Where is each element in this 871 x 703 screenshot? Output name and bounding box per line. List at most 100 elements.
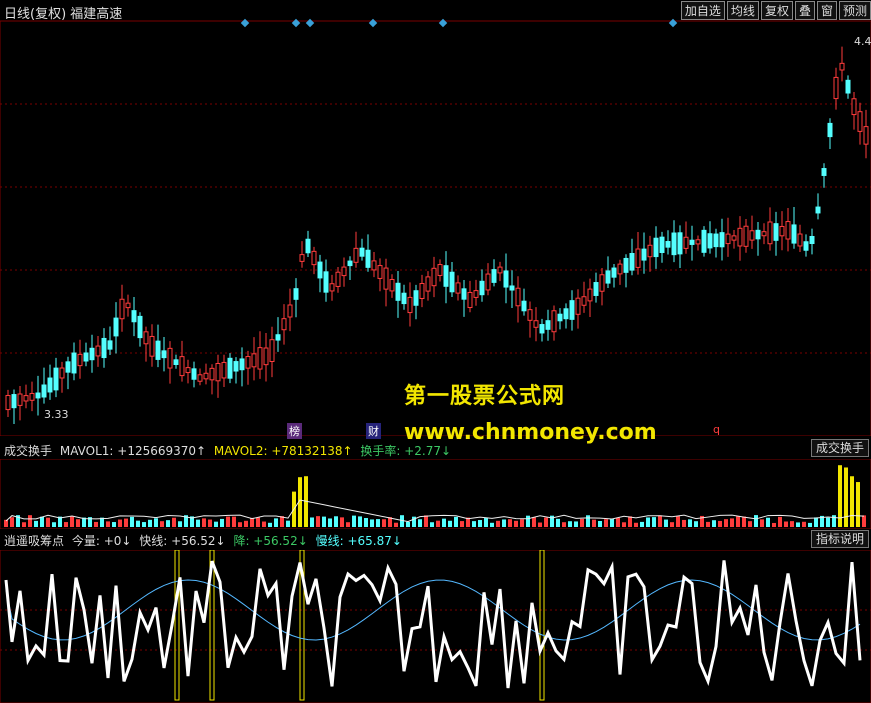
rank-badge[interactable]: 榜 [287, 423, 302, 439]
candle-body [281, 318, 287, 331]
volume-bar [694, 521, 698, 527]
volume-bar [460, 521, 464, 527]
candle-body [443, 265, 449, 287]
volume-bar [406, 522, 410, 527]
candle-body [17, 393, 23, 406]
candle-body [551, 310, 557, 333]
volume-bar [424, 515, 428, 527]
volume-bar [250, 517, 254, 527]
volume-panel-button[interactable]: 成交换手 [810, 439, 869, 457]
candle-body [791, 224, 797, 244]
slow-line-value: 慢线: +65.87↓ [315, 534, 402, 548]
candle-body [149, 335, 155, 357]
volume-bar [244, 520, 248, 527]
candle-body [827, 122, 833, 138]
volume-bar [70, 516, 74, 527]
volume-bar [418, 519, 422, 527]
candle-body [77, 353, 83, 367]
volume-chart[interactable] [0, 459, 871, 529]
volume-bar [604, 519, 608, 527]
candle-body [59, 367, 65, 379]
candle-body [437, 264, 443, 276]
candle-body [257, 347, 263, 370]
candle-body [545, 320, 551, 330]
candle-body [575, 297, 581, 315]
candle-body [29, 392, 35, 401]
candle-body [251, 353, 257, 368]
candle-body [89, 347, 95, 361]
candle-body [605, 270, 611, 284]
volume-bar [28, 515, 32, 527]
candle-body [725, 233, 731, 245]
indicator-legend: 逍遥吸筹点 今量: +0↓ 快线: +56.52↓ 降: +56.52↓ 慢线:… [4, 532, 406, 549]
candle-body [521, 300, 527, 312]
candlestick-chart[interactable] [0, 0, 871, 436]
candle-body [671, 232, 677, 256]
candle-body [449, 271, 455, 293]
candle-body [419, 283, 425, 299]
volume-bar [748, 521, 752, 527]
volume-bar [10, 517, 14, 527]
fast-line-value: 快线: +56.52↓ [139, 534, 226, 548]
candle-body [299, 254, 305, 262]
candle-body [755, 229, 761, 240]
mavol1-value: MAVOL1: +125669370↑ [59, 444, 207, 458]
volume-bar [226, 516, 230, 527]
event-diamond [368, 18, 378, 28]
candle-body [215, 363, 221, 382]
indicator-help-button[interactable]: 指标说明 [810, 530, 869, 548]
candle-body [821, 168, 827, 176]
volume-bar [634, 522, 638, 527]
candle-body [353, 247, 359, 263]
candle-body [509, 285, 515, 291]
volume-bar [598, 521, 602, 527]
volume-bar [340, 517, 344, 527]
volume-bar [130, 516, 134, 527]
candle-body [857, 111, 863, 132]
candle-body [203, 372, 209, 380]
volume-bar [214, 521, 218, 527]
volume-bar [430, 522, 434, 527]
candle-body [155, 340, 161, 360]
volume-bar [664, 519, 668, 527]
volume-bar [454, 516, 458, 527]
candle-body [785, 221, 791, 240]
volume-bar [712, 520, 716, 527]
volume-bar [778, 516, 782, 527]
candle-body [41, 384, 47, 398]
volume-bar [220, 518, 224, 527]
indicator-chart[interactable] [0, 550, 871, 703]
finance-badge[interactable]: 财 [366, 423, 381, 439]
volume-bar [742, 516, 746, 527]
candle-body [695, 239, 701, 245]
candle-body [107, 340, 113, 350]
low-price-label: 3.33 [44, 408, 69, 421]
volume-bar [208, 519, 212, 527]
volume-bar [322, 516, 326, 527]
candle-body [209, 367, 215, 381]
candle-body [173, 359, 179, 365]
candle-body [35, 392, 41, 399]
volume-bar [640, 521, 644, 527]
candle-body [809, 235, 815, 245]
candle-body [611, 267, 617, 278]
volume-bar [586, 515, 590, 527]
volume-bar [508, 519, 512, 527]
volume-bar [328, 518, 332, 527]
volume-bar [862, 515, 866, 527]
volume-bar [580, 518, 584, 527]
q-marker[interactable]: q [711, 423, 722, 436]
volume-bar [682, 519, 686, 527]
candle-body [125, 302, 131, 309]
candle-body [365, 249, 371, 268]
volume-bar [94, 521, 98, 527]
volume-bar [352, 515, 356, 527]
volume-bar [802, 521, 806, 527]
volume-bar [172, 517, 176, 527]
candle-body [863, 126, 869, 145]
candle-body [11, 394, 17, 409]
volume-bar [472, 521, 476, 527]
candle-body [527, 309, 533, 321]
volume-bar [238, 522, 242, 527]
volume-bar [610, 518, 614, 527]
